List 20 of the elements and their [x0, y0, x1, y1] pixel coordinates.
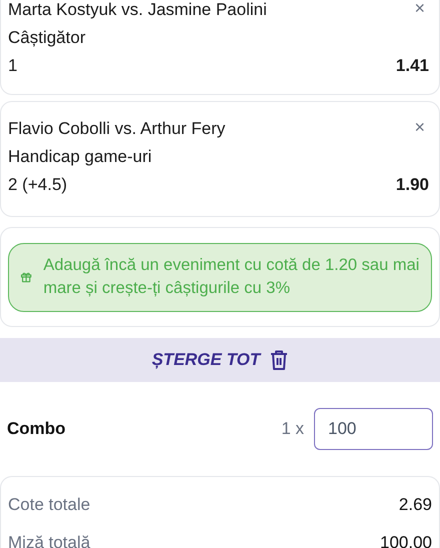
match-title: Marta Kostyuk vs. Jasmine Paolini	[8, 0, 267, 20]
total-value: 100.00	[380, 532, 432, 548]
pick-label: 2 (+4.5)	[8, 175, 68, 195]
pick-label: 1	[8, 56, 18, 76]
stake-input[interactable]: 100	[314, 408, 433, 450]
market-name: Handicap game-uri	[8, 147, 152, 167]
odds-value: 1.41	[396, 56, 429, 76]
total-label: Cote totale	[8, 494, 90, 516]
total-value: 2.69	[398, 494, 432, 516]
promo-text: Adaugă încă un eveniment cu cotă de 1.20 sau mai mare și crește-ți câștigurile cu 3%	[43, 255, 420, 299]
combo-label: Combo	[7, 418, 66, 440]
total-label: Miză totală	[8, 532, 90, 548]
stake-multiplier: 1 x	[281, 418, 304, 440]
odds-value: 1.90	[396, 175, 429, 195]
close-button[interactable]: ×	[410, 119, 429, 135]
trash-icon	[270, 350, 288, 370]
market-name: Câștigător	[8, 28, 86, 48]
match-title: Flavio Cobolli vs. Arthur Fery	[8, 119, 226, 139]
clear-all-button[interactable]: ȘTERGE TOT	[0, 338, 440, 382]
close-button[interactable]: ×	[410, 0, 429, 16]
